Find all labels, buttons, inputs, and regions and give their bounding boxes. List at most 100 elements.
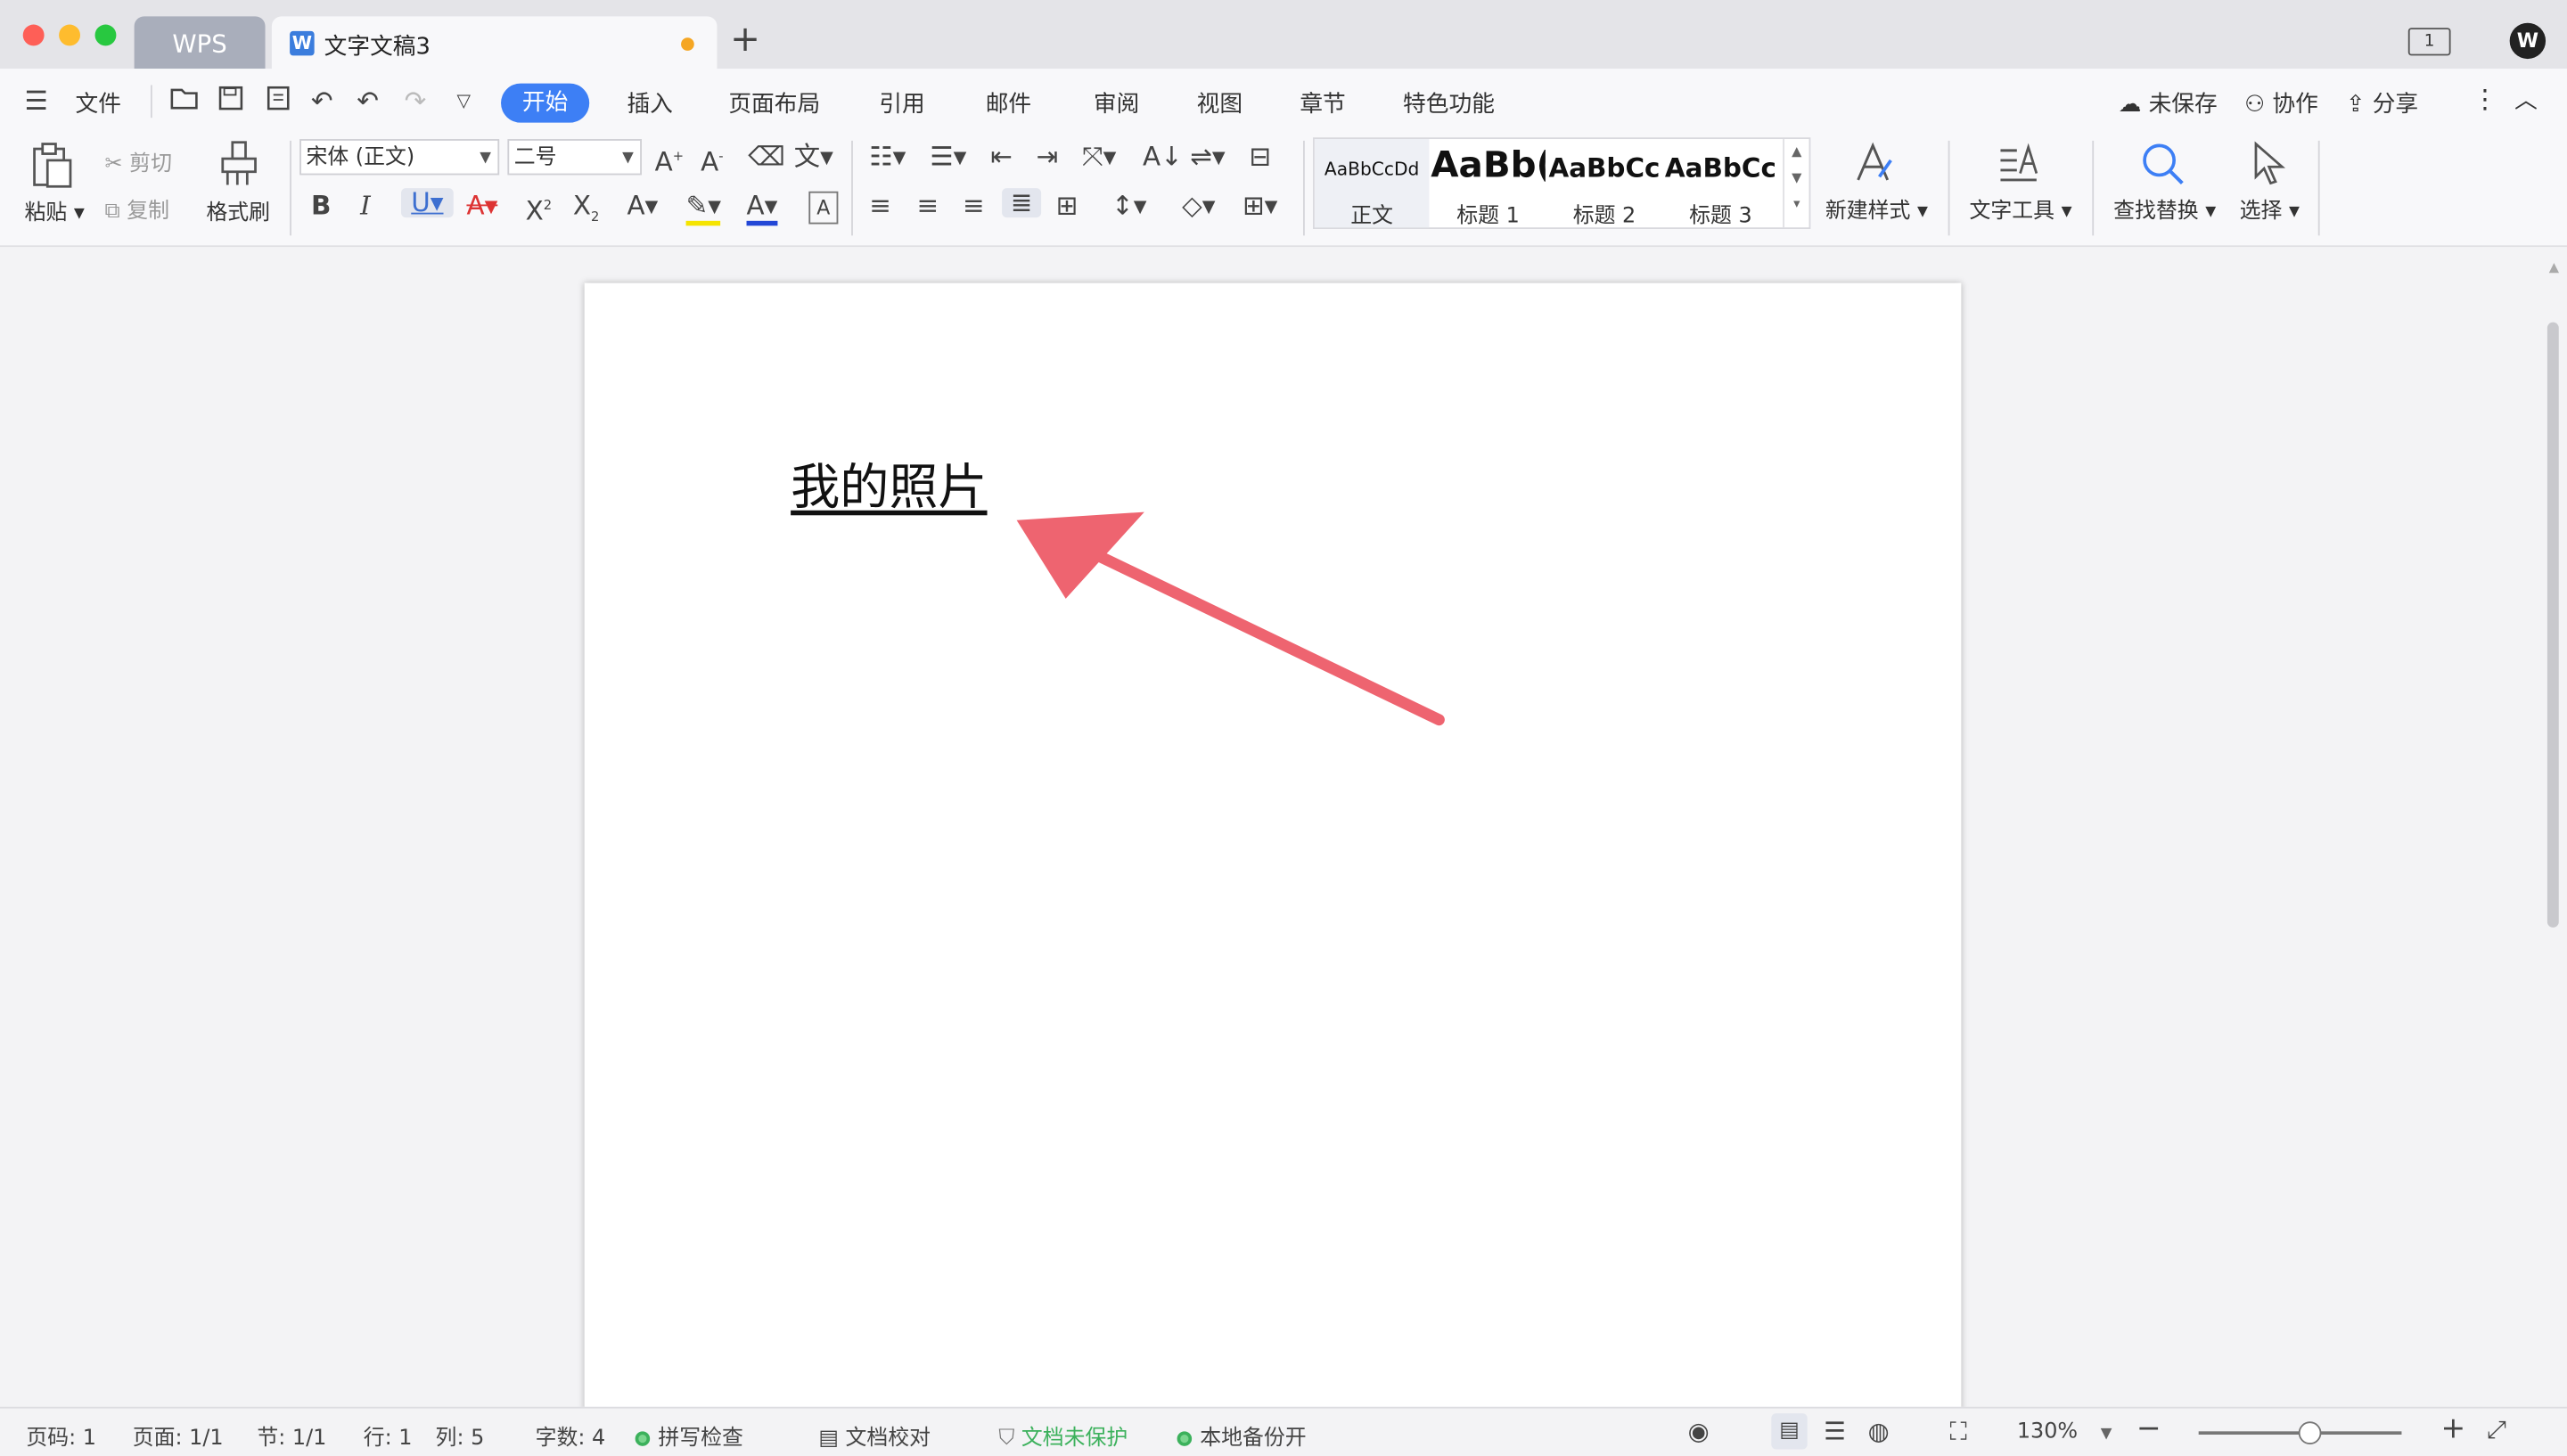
copy-button[interactable]: ⧉ 复制 bbox=[105, 193, 169, 225]
spell-check-button[interactable]: 拼写检查 bbox=[635, 1419, 743, 1451]
minimize-window-button[interactable] bbox=[59, 24, 80, 46]
maximize-window-button[interactable] bbox=[94, 24, 117, 46]
cut-button[interactable]: ✂ 剪切 bbox=[105, 145, 172, 177]
fullscreen-icon[interactable]: ⤢ bbox=[2487, 1415, 2506, 1444]
paste-button[interactable]: 粘贴 ▾ bbox=[25, 194, 85, 226]
select-cursor-icon[interactable] bbox=[2250, 141, 2289, 193]
status-section[interactable]: 节: 1/1 bbox=[257, 1419, 326, 1452]
decrease-font-icon[interactable]: A- bbox=[701, 143, 723, 177]
scrollbar-thumb[interactable] bbox=[2546, 322, 2559, 928]
tab-home[interactable]: 开始 bbox=[501, 83, 590, 123]
tab-view[interactable]: 视图 bbox=[1197, 86, 1242, 119]
tab-special-features[interactable]: 特色功能 bbox=[1403, 86, 1495, 119]
document-canvas[interactable]: 我的照片 ▲ bbox=[0, 247, 2567, 1428]
style-normal[interactable]: AaBbCcDd 正文 bbox=[1314, 139, 1430, 229]
redo-icon[interactable]: ↷ bbox=[405, 85, 427, 116]
page-view-icon[interactable]: ▤ bbox=[1771, 1413, 1808, 1450]
protection-button[interactable]: ⛉ 文档未保护 bbox=[998, 1419, 1128, 1452]
align-right-icon[interactable]: ≡ bbox=[963, 191, 985, 221]
italic-icon[interactable]: I bbox=[360, 191, 371, 221]
web-view-icon[interactable]: ◍ bbox=[1868, 1417, 1890, 1446]
new-style-icon[interactable] bbox=[1853, 141, 1896, 193]
style-heading-3[interactable]: AaBbCc 标题 3 bbox=[1663, 139, 1778, 229]
line-spacing-icon[interactable]: ↕▾ bbox=[1111, 191, 1146, 221]
decrease-indent-icon[interactable]: ⇤ bbox=[990, 142, 1013, 172]
phonetic-guide-icon[interactable]: 文▾ bbox=[794, 142, 833, 172]
vertical-scrollbar[interactable]: ▲ bbox=[2546, 260, 2562, 1405]
tab-mailings[interactable]: 邮件 bbox=[986, 86, 1031, 119]
tab-wps-home[interactable]: WPS bbox=[134, 16, 266, 70]
hamburger-menu-icon[interactable]: ☰ bbox=[25, 85, 48, 116]
format-painter-icon[interactable] bbox=[217, 139, 260, 194]
tab-insert[interactable]: 插入 bbox=[627, 86, 672, 119]
customize-toolbar-icon[interactable]: ▽ bbox=[456, 90, 471, 111]
chinese-layout-icon[interactable]: ⤧▾ bbox=[1082, 142, 1116, 172]
undo-history-icon[interactable]: ↶ bbox=[357, 85, 379, 116]
proofread-button[interactable]: ▤ 文档校对 bbox=[818, 1419, 931, 1452]
find-replace-button[interactable]: 查找替换 ▾ bbox=[2113, 193, 2216, 225]
underline-icon[interactable]: U▾ bbox=[400, 187, 454, 218]
text-tools-icon[interactable] bbox=[1997, 141, 2043, 193]
status-page-number[interactable]: 页码: 1 bbox=[26, 1419, 96, 1452]
zoom-out-button[interactable]: − bbox=[2136, 1411, 2161, 1446]
tab-review[interactable]: 审阅 bbox=[1094, 86, 1139, 119]
zoom-in-button[interactable]: + bbox=[2441, 1411, 2466, 1446]
select-button[interactable]: 选择 ▾ bbox=[2240, 193, 2300, 225]
fit-page-icon[interactable]: ⛶ bbox=[1950, 1417, 1967, 1446]
align-left-icon[interactable]: ≡ bbox=[869, 191, 891, 221]
export-pdf-icon[interactable] bbox=[266, 85, 291, 118]
local-backup-button[interactable]: 本地备份开 bbox=[1177, 1419, 1307, 1451]
numbered-list-icon[interactable]: ☰▾ bbox=[930, 142, 966, 172]
undo-icon[interactable]: ↶ bbox=[311, 85, 333, 116]
save-icon[interactable] bbox=[217, 85, 243, 118]
collaborate-button[interactable]: ⚇ 协作 bbox=[2244, 86, 2318, 119]
tab-document[interactable]: W 文字文稿3 bbox=[271, 16, 718, 70]
strikethrough-icon[interactable]: A▾ bbox=[466, 191, 497, 221]
document-page[interactable]: 我的照片 bbox=[584, 282, 1962, 1428]
format-painter-button[interactable]: 格式刷 bbox=[206, 194, 270, 226]
eye-protection-icon[interactable]: ◉ bbox=[1688, 1417, 1710, 1446]
distributed-icon[interactable]: ⊞ bbox=[1056, 191, 1078, 221]
justify-icon[interactable]: ≣ bbox=[1002, 187, 1042, 218]
shading-icon[interactable]: ◇▾ bbox=[1182, 191, 1215, 221]
superscript-icon[interactable]: X2 bbox=[526, 192, 553, 226]
tab-page-layout[interactable]: 页面布局 bbox=[728, 86, 820, 119]
bold-icon[interactable]: B bbox=[311, 191, 331, 221]
text-tools-button[interactable]: 文字工具 ▾ bbox=[1970, 193, 2072, 225]
open-folder-icon[interactable] bbox=[170, 85, 200, 118]
bullet-list-icon[interactable]: ☷▾ bbox=[869, 142, 906, 172]
subscript-icon[interactable]: X2 bbox=[573, 191, 600, 233]
style-heading-2[interactable]: AaBbCc 标题 2 bbox=[1547, 139, 1662, 229]
text-direction-icon[interactable]: A↓ bbox=[1143, 142, 1183, 172]
status-pages[interactable]: 页面: 1/1 bbox=[133, 1419, 224, 1452]
outline-view-icon[interactable]: ☰ bbox=[1824, 1417, 1846, 1446]
show-marks-icon[interactable]: ⊟ bbox=[1249, 142, 1271, 172]
new-style-button[interactable]: 新建样式 ▾ bbox=[1825, 193, 1928, 225]
collapse-ribbon-icon[interactable]: ︿ bbox=[2514, 84, 2538, 117]
paste-icon[interactable] bbox=[29, 141, 75, 196]
status-word-count[interactable]: 字数: 4 bbox=[536, 1419, 606, 1452]
close-window-button[interactable] bbox=[22, 24, 45, 46]
text-effect-icon[interactable]: A▾ bbox=[627, 191, 658, 221]
zoom-dropdown-icon[interactable]: ▼ bbox=[2101, 1427, 2112, 1443]
char-border-icon[interactable]: A bbox=[808, 191, 839, 225]
search-icon[interactable] bbox=[2140, 141, 2186, 193]
file-menu[interactable]: 文件 bbox=[75, 86, 120, 119]
style-heading-1[interactable]: AaBb( 标题 1 bbox=[1431, 139, 1546, 229]
scroll-up-icon[interactable]: ▲ bbox=[2549, 260, 2559, 275]
font-size-select[interactable]: 二号 ▼ bbox=[507, 139, 642, 176]
increase-font-icon[interactable]: A+ bbox=[655, 143, 684, 177]
zoom-level[interactable]: 130% ▼ bbox=[2017, 1419, 2112, 1444]
avatar[interactable]: W bbox=[2509, 22, 2546, 60]
window-layout-icon[interactable]: 1 bbox=[2407, 28, 2451, 56]
font-color-icon[interactable]: A▾ bbox=[746, 191, 778, 226]
unsaved-button[interactable]: ☁ 未保存 bbox=[2119, 86, 2218, 119]
highlight-icon[interactable]: ✎▾ bbox=[685, 191, 721, 226]
styles-scroll-control[interactable]: ▲ ▼ ▾ bbox=[1783, 139, 1808, 228]
more-options-icon[interactable]: ⋮ bbox=[2472, 84, 2497, 115]
borders-icon[interactable]: ⊞▾ bbox=[1242, 191, 1277, 221]
tab-section[interactable]: 章节 bbox=[1300, 86, 1345, 119]
share-button[interactable]: ⇪ 分享 bbox=[2346, 86, 2418, 119]
zoom-slider-thumb[interactable] bbox=[2298, 1421, 2322, 1445]
align-center-icon[interactable]: ≡ bbox=[917, 191, 939, 221]
